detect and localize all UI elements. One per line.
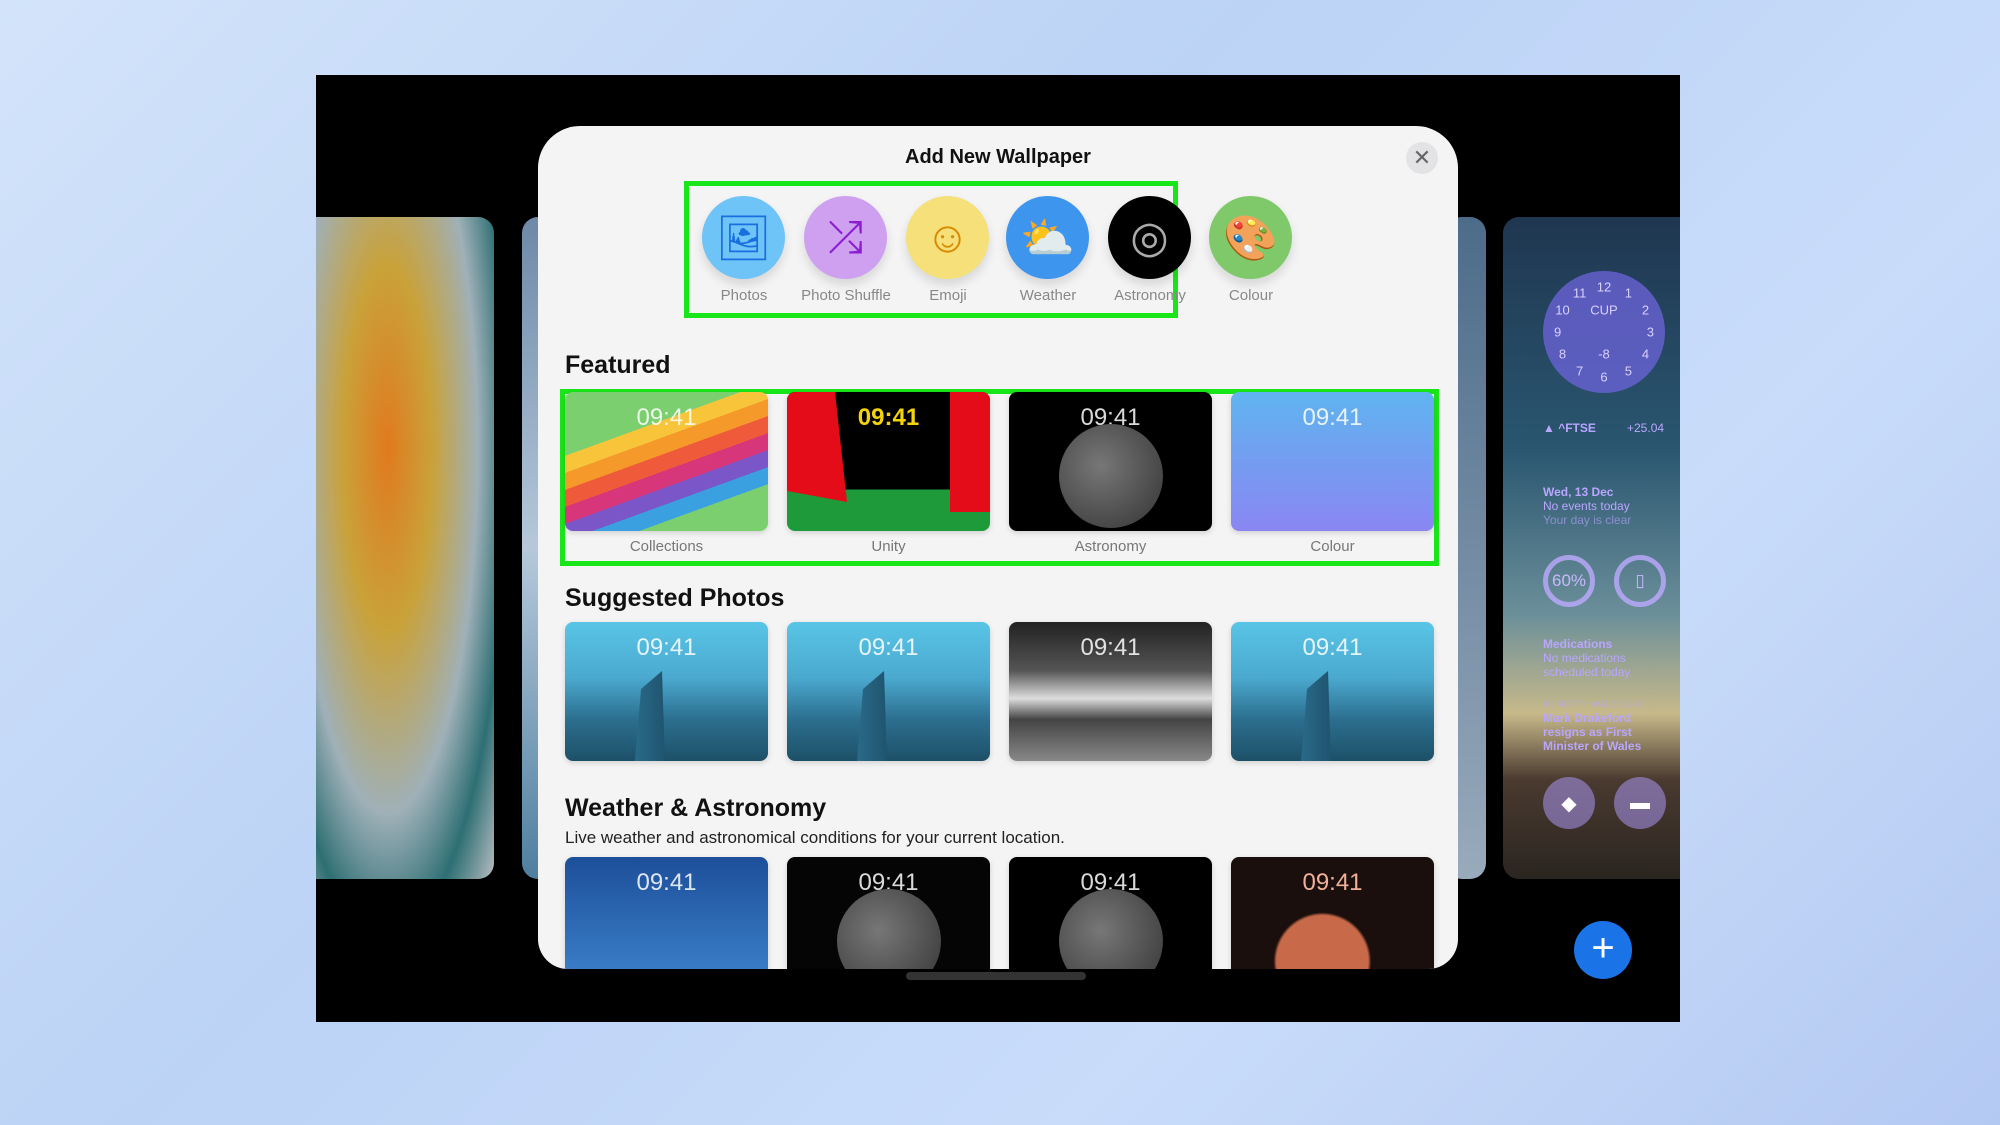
bed-icon: ▬ — [1614, 777, 1666, 829]
suggested-photo[interactable]: 09:41 — [1231, 622, 1434, 761]
wallpaper-preview-left[interactable] — [316, 217, 494, 879]
shuffle-icon: ⤮ — [827, 212, 864, 262]
thumb-time: 09:41 — [858, 869, 919, 896]
shortcut-icon: ◆ — [1543, 777, 1595, 829]
suggested-photo[interactable]: 09:41 — [565, 622, 768, 761]
battery-widget: ▯ — [1614, 555, 1666, 607]
wallpaper-colour[interactable]: 09:41 — [1231, 392, 1434, 531]
close-button[interactable]: ✕ — [1406, 142, 1438, 174]
news-line2: resigns as First — [1543, 725, 1632, 739]
wallpaper-collections[interactable]: 09:41 — [565, 392, 768, 531]
thumb-time: 09:41 — [636, 869, 697, 896]
add-wallpaper-sheet: Add New Wallpaper ✕ 🖼 Photos ⤮ Photo Shuffl… — [538, 126, 1458, 969]
world-clock-widget: 12 1 2 3 4 5 6 7 8 9 10 11 CUP -8 — [1543, 271, 1665, 393]
wallpaper-mars[interactable]: 09:41 — [1231, 857, 1434, 969]
category-astronomy[interactable]: ◎ Astronomy — [1108, 196, 1192, 304]
news-line1: Mark Drakeford — [1543, 711, 1632, 725]
medications-title: Medications — [1543, 637, 1613, 651]
palette-icon: 🎨 — [1223, 213, 1278, 263]
thumb-time: 09:41 — [1080, 634, 1141, 661]
thumb-time: 09:41 — [1302, 404, 1363, 431]
stock-change: +25.04 — [1627, 421, 1665, 435]
thumb-label: Colour — [1310, 538, 1355, 555]
thumb-time: 09:41 — [858, 634, 919, 661]
thumb-time: 09:41 — [1080, 404, 1141, 431]
calendar-events: No events today — [1543, 499, 1630, 513]
wallpaper-moon[interactable]: 09:41 — [1009, 857, 1212, 969]
sheet-title: Add New Wallpaper — [905, 146, 1091, 168]
thumb-label: Unity — [871, 538, 906, 555]
featured-heading: Featured — [565, 351, 671, 379]
wallpaper-preview-right[interactable]: 12 1 2 3 4 5 6 7 8 9 10 11 CUP -8 ▲ ^FTSE +25.04 We… — [1503, 217, 1680, 879]
wallpaper-earth[interactable]: 09:41 — [787, 857, 990, 969]
medications-sub2: scheduled today — [1543, 665, 1631, 679]
add-wallpaper-button[interactable]: + — [1574, 921, 1632, 979]
suggested-heading: Suggested Photos — [565, 584, 785, 612]
close-icon: ✕ — [1412, 145, 1432, 170]
emoji-icon: ☺ — [925, 212, 970, 262]
photos-icon: 🖼 — [715, 213, 772, 263]
wallpaper-astronomy[interactable]: 09:41 — [1009, 392, 1212, 531]
category-weather[interactable]: ⛅ Weather — [1006, 196, 1090, 304]
weather-heading: Weather & Astronomy — [565, 794, 827, 822]
astronomy-icon: ◎ — [1130, 213, 1169, 262]
home-indicator — [906, 972, 1086, 980]
thumb-time: 09:41 — [636, 404, 697, 431]
thumb-label: Astronomy — [1074, 538, 1147, 555]
thumb-time: 09:41 — [857, 404, 920, 431]
ipad-icon: ▯ — [1635, 571, 1645, 590]
thumb-time: 09:41 — [636, 634, 697, 661]
calendar-sub: Your day is clear — [1543, 513, 1632, 527]
clock-offset: -8 — [1598, 346, 1610, 362]
rain-widget: 60% — [1543, 555, 1595, 607]
wallpaper-weather[interactable]: 09:41 — [565, 857, 768, 969]
wallpaper-unity[interactable]: 09:41 — [787, 392, 990, 531]
thumb-label: Collections — [629, 538, 704, 555]
category-colour[interactable]: 🎨 Colour — [1209, 196, 1293, 304]
thumb-time: 09:41 — [1302, 869, 1363, 896]
category-emoji[interactable]: ☺ Emoji — [906, 196, 990, 304]
calendar-date: Wed, 13 Dec — [1543, 485, 1614, 499]
thumb-time: 09:41 — [1080, 869, 1141, 896]
weather-subtitle: Live weather and astronomical conditions… — [565, 828, 1065, 847]
thumb-time: 09:41 — [1302, 634, 1363, 661]
suggested-photo[interactable]: 09:41 — [787, 622, 990, 761]
stock-symbol: ▲ ^FTSE — [1543, 421, 1596, 435]
clock-city: CUP — [1590, 302, 1618, 318]
category-photos[interactable]: 🖼 Photos — [702, 196, 786, 304]
category-label: Colour — [1228, 287, 1274, 304]
news-source: N | NORTH WALES LIVE — [1543, 699, 1645, 709]
category-photo-shuffle[interactable]: ⤮ Photo Shuffle — [801, 196, 891, 304]
medications-sub1: No medications — [1543, 651, 1626, 665]
suggested-photo[interactable]: 09:41 — [1009, 622, 1212, 761]
weather-icon: ⛅ — [1020, 213, 1075, 263]
news-line3: Minister of Wales — [1543, 739, 1642, 753]
